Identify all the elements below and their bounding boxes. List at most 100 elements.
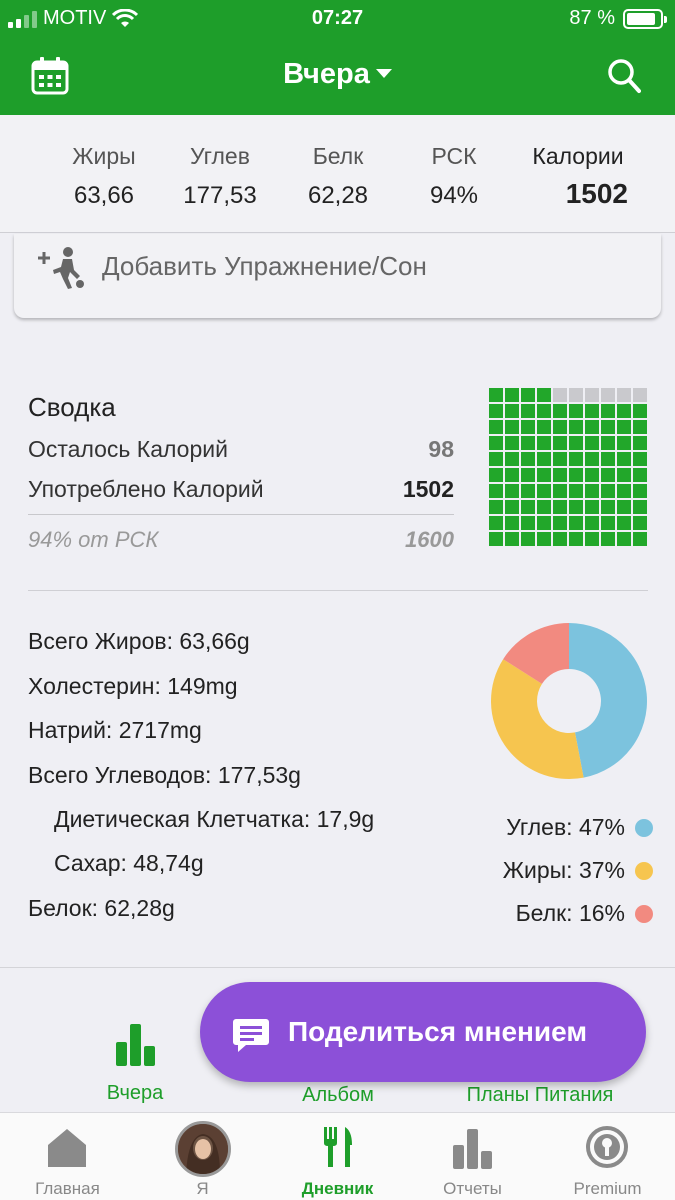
legend-carbs-dot xyxy=(635,818,653,837)
remaining-calories-row: Осталось Калорий 98 xyxy=(28,436,454,463)
subtab-yesterday[interactable]: Вчера xyxy=(90,1022,180,1105)
grid-cell xyxy=(585,500,599,514)
grid-cell xyxy=(569,420,583,434)
subtab-meal-plans[interactable]: Планы Питания xyxy=(440,1084,640,1107)
macro-label: Жиры xyxy=(72,143,136,169)
grid-cell xyxy=(521,436,535,450)
grid-cell xyxy=(601,532,615,546)
add-exercise-icon xyxy=(38,247,84,289)
add-exercise-button[interactable]: Добавить Упражнение/Сон xyxy=(14,234,661,318)
remaining-calories-label: Осталось Калорий xyxy=(28,436,228,462)
grid-cell xyxy=(617,388,631,402)
grid-cell xyxy=(633,436,647,450)
subtab-meal-plans-label: Планы Питания xyxy=(466,1084,614,1106)
grid-cell xyxy=(489,532,503,546)
grid-cell xyxy=(489,436,503,450)
grid-cell xyxy=(633,468,647,482)
legend-carbs-label: Углев: 47% xyxy=(506,814,625,840)
grid-cell xyxy=(553,532,567,546)
grid-cell xyxy=(585,468,599,482)
grid-cell xyxy=(569,388,583,402)
battery-icon xyxy=(623,8,667,29)
grid-cell xyxy=(601,516,615,530)
grid-cell xyxy=(601,468,615,482)
diary-icon xyxy=(324,1127,352,1167)
grid-cell xyxy=(553,388,567,402)
search-icon[interactable] xyxy=(607,58,641,94)
macro-calories: Калории 1502 xyxy=(518,143,638,210)
macro-donut-chart xyxy=(491,623,647,779)
grid-cell xyxy=(489,468,503,482)
divider xyxy=(28,514,454,515)
subtab-album-label: Альбом xyxy=(302,1084,374,1106)
grid-cell xyxy=(521,404,535,418)
grid-cell xyxy=(553,484,567,498)
grid-cell xyxy=(553,500,567,514)
grid-cell xyxy=(553,452,567,466)
legend-fat-dot xyxy=(635,861,653,880)
grid-cell xyxy=(601,500,615,514)
divider xyxy=(28,590,648,591)
grid-cell xyxy=(585,420,599,434)
nutrient-cholesterol: Холестерин: 149mg xyxy=(28,673,238,699)
grid-cell xyxy=(569,468,583,482)
grid-cell xyxy=(505,388,519,402)
grid-cell xyxy=(489,516,503,530)
grid-cell xyxy=(585,404,599,418)
grid-cell xyxy=(537,388,551,402)
grid-cell xyxy=(553,404,567,418)
subtab-album[interactable]: Альбом xyxy=(278,1084,398,1107)
grid-cell xyxy=(489,500,503,514)
nav-reports[interactable]: Отчеты xyxy=(405,1113,540,1200)
grid-cell xyxy=(505,404,519,418)
grid-cell xyxy=(537,404,551,418)
grid-cell xyxy=(553,420,567,434)
grid-cell xyxy=(505,420,519,434)
share-feedback-button[interactable]: Поделиться мнением xyxy=(200,982,646,1082)
grid-cell xyxy=(505,516,519,530)
nav-home[interactable]: Главная xyxy=(0,1113,135,1200)
grid-cell xyxy=(617,452,631,466)
grid-cell xyxy=(585,532,599,546)
grid-cell xyxy=(633,516,647,530)
grid-cell xyxy=(505,500,519,514)
grid-cell xyxy=(505,484,519,498)
grid-cell xyxy=(601,404,615,418)
macro-carbs: Углев 177,53 xyxy=(170,143,270,210)
divider xyxy=(0,967,675,968)
status-bar: MOTIV 07:27 87 % xyxy=(0,0,675,38)
grid-cell xyxy=(537,516,551,530)
grid-cell xyxy=(521,532,535,546)
grid-cell xyxy=(521,420,535,434)
grid-cell xyxy=(569,404,583,418)
grid-cell xyxy=(489,452,503,466)
macro-label: РСК xyxy=(431,143,477,169)
premium-icon xyxy=(586,1126,628,1168)
grid-cell xyxy=(521,468,535,482)
nav-diary[interactable]: Дневник xyxy=(270,1113,405,1200)
home-icon xyxy=(48,1129,86,1167)
grid-cell xyxy=(617,468,631,482)
nav-premium[interactable]: Premium xyxy=(540,1113,675,1200)
legend-protein-label: Белк: 16% xyxy=(515,900,625,926)
grid-cell xyxy=(521,388,535,402)
grid-cell xyxy=(489,484,503,498)
grid-cell xyxy=(617,436,631,450)
grid-cell xyxy=(633,420,647,434)
grid-cell xyxy=(537,484,551,498)
legend-fat: Жиры: 37% xyxy=(503,857,653,884)
date-selector[interactable]: Вчера xyxy=(0,58,675,91)
grid-cell xyxy=(585,388,599,402)
grid-cell xyxy=(521,484,535,498)
nav-me-label: Я xyxy=(196,1179,209,1198)
grid-cell xyxy=(601,484,615,498)
legend-protein-dot xyxy=(635,904,653,923)
nav-me[interactable]: Я xyxy=(135,1113,270,1200)
caret-down-icon xyxy=(375,68,392,78)
macro-summary-header: Жиры 63,66 Углев 177,53 Белк 62,28 РСК 9… xyxy=(0,115,675,233)
page-title: Вчера xyxy=(283,58,370,90)
summary-title: Сводка xyxy=(28,392,116,422)
grid-cell xyxy=(617,500,631,514)
rdi-row: 94% от РСК 1600 xyxy=(28,527,454,553)
grid-cell xyxy=(617,516,631,530)
